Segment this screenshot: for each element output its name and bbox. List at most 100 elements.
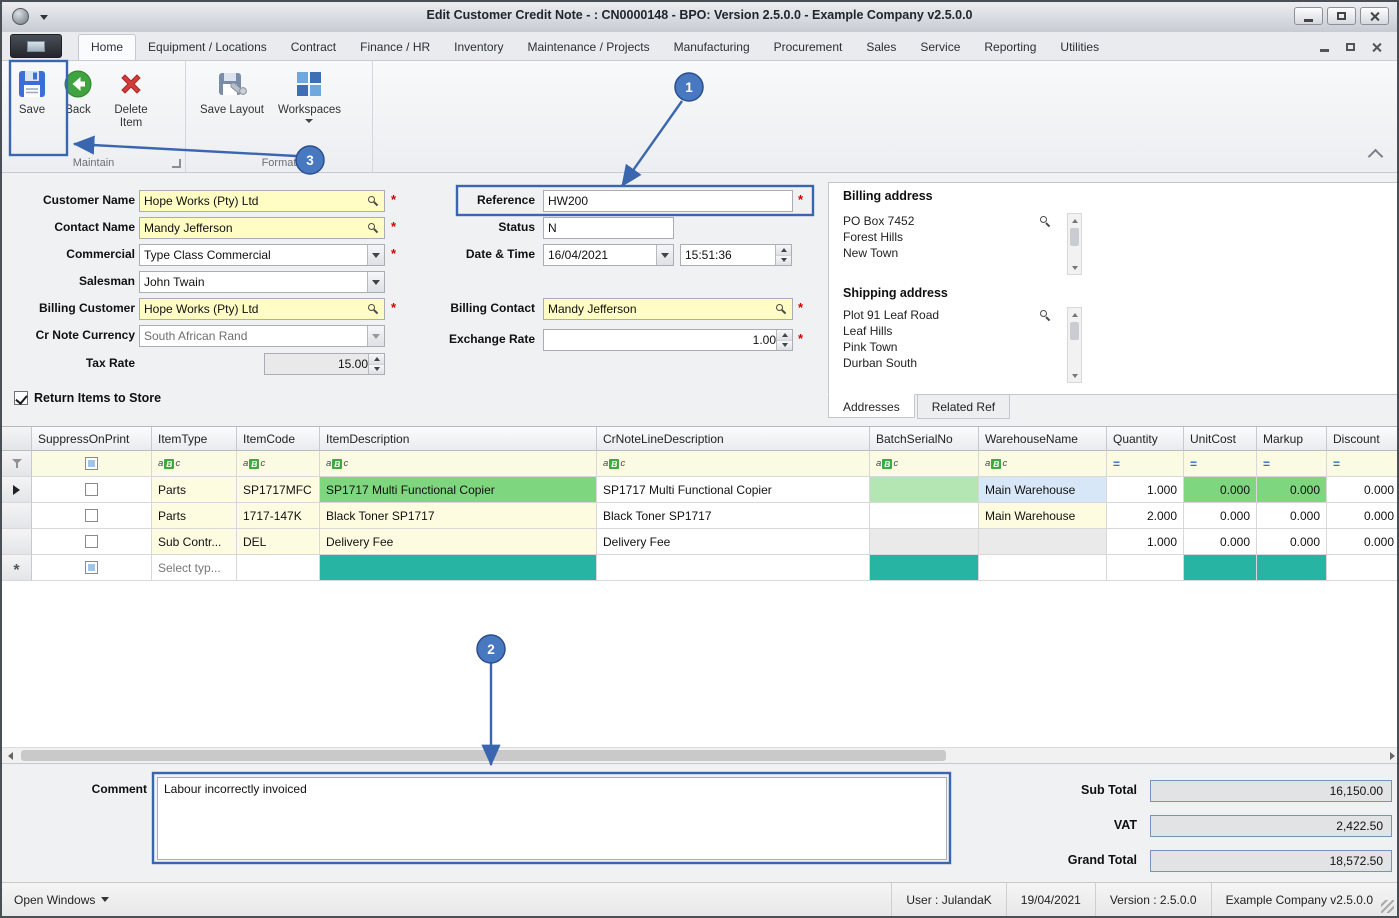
search-icon[interactable] [1039,309,1052,322]
column-header-discount[interactable]: Discount [1327,427,1397,451]
cell-quantity[interactable]: 1.000 [1107,529,1184,555]
spin-buttons[interactable] [775,245,791,265]
cell-crnotelinedescription[interactable] [597,555,870,581]
time-field[interactable]: 15:51:36 [680,244,792,266]
delete-item-button[interactable]: Delete Item [102,65,160,133]
filter-suppressonprint[interactable] [32,451,152,477]
scroll-down-icon[interactable] [1068,261,1081,274]
filter-unitcost[interactable]: = [1184,451,1257,477]
tab-inventory[interactable]: Inventory [442,35,515,60]
column-header-itemcode[interactable]: ItemCode [237,427,320,451]
cell-crnotelinedescription[interactable]: SP1717 Multi Functional Copier [597,477,870,503]
cell-discount[interactable]: 0.000 [1327,477,1397,503]
minimize-button[interactable] [1294,7,1323,25]
spin-buttons[interactable] [776,330,792,350]
checkbox-indeterminate-icon[interactable] [85,561,98,574]
cell-itemdescription[interactable] [320,555,597,581]
column-header-suppressonprint[interactable]: SuppressOnPrint [32,427,152,451]
filter-batchserialno[interactable]: aBc [870,451,979,477]
cell-itemdescription[interactable]: Black Toner SP1717 [320,503,597,529]
filter-discount[interactable]: = [1327,451,1397,477]
customer-name-field[interactable]: Hope Works (Pty) Ltd [139,190,385,212]
billing-address-text[interactable]: PO Box 7452 Forest Hills New Town [843,213,1038,275]
filter-markup[interactable]: = [1257,451,1327,477]
return-items-checkbox[interactable] [14,391,28,405]
tab-finance-hr[interactable]: Finance / HR [348,35,442,60]
cell-warehousename[interactable] [979,555,1107,581]
cell-quantity[interactable]: 2.000 [1107,503,1184,529]
cell-batchserialno[interactable] [870,555,979,581]
search-icon[interactable] [367,195,380,208]
filter-crnotelinedescription[interactable]: aBc [597,451,870,477]
cell-batchserialno[interactable] [870,477,979,503]
cell-itemcode[interactable]: SP1717MFC [237,477,320,503]
save-button[interactable]: Save [10,65,54,120]
save-layout-button[interactable]: Save Layout [194,65,270,120]
tab-equipment-locations[interactable]: Equipment / Locations [136,35,279,60]
tab-maintenance-projects[interactable]: Maintenance / Projects [516,35,662,60]
billing-customer-field[interactable]: Hope Works (Pty) Ltd [139,298,385,320]
cell-unitcost[interactable]: 0.000 [1184,477,1257,503]
filter-quantity[interactable]: = [1107,451,1184,477]
workspaces-button[interactable]: Workspaces [272,65,347,126]
shipping-address-text[interactable]: Plot 91 Leaf Road Leaf Hills Pink Town D… [843,307,1038,383]
filter-itemcode[interactable]: aBc [237,451,320,477]
search-icon[interactable] [775,303,788,316]
cell-unitcost[interactable]: 0.000 [1184,529,1257,555]
cell-markup[interactable] [1257,555,1327,581]
close-button[interactable] [1360,7,1389,25]
maximize-button[interactable] [1327,7,1356,25]
cell-itemcode[interactable]: 1717-147K [237,503,320,529]
cell-suppressonprint[interactable] [32,529,152,555]
status-field[interactable]: N [543,217,674,239]
cell-discount[interactable]: 0.000 [1327,503,1397,529]
cell-warehousename[interactable]: Main Warehouse [979,503,1107,529]
cell-markup[interactable]: 0.000 [1257,477,1327,503]
back-button[interactable]: Back [56,65,100,120]
cell-suppressonprint[interactable] [32,477,152,503]
tab-manufacturing[interactable]: Manufacturing [662,35,762,60]
cell-discount[interactable] [1327,555,1397,581]
filter-itemtype[interactable]: aBc [152,451,237,477]
dropdown-arrow-icon[interactable] [656,245,673,265]
checkbox-icon[interactable] [85,535,98,548]
exchange-rate-field[interactable]: 1.00 [543,329,793,351]
commercial-combobox[interactable]: Type Class Commercial [139,244,385,266]
billing-address-scrollbar[interactable] [1067,213,1082,275]
scroll-up-icon[interactable] [1068,308,1081,321]
column-header-quantity[interactable]: Quantity [1107,427,1184,451]
column-header-crnotelinedescription[interactable]: CrNoteLineDescription [597,427,870,451]
column-header-markup[interactable]: Markup [1257,427,1327,451]
cell-batchserialno[interactable] [870,503,979,529]
cell-crnotelinedescription[interactable]: Black Toner SP1717 [597,503,870,529]
cell-itemdescription[interactable]: SP1717 Multi Functional Copier [320,477,597,503]
horizontal-scrollbar[interactable] [2,747,1397,764]
salesman-combobox[interactable]: John Twain [139,271,385,293]
scroll-left-icon[interactable] [2,748,19,763]
dialog-launcher-icon[interactable] [172,159,181,168]
column-header-warehousename[interactable]: WarehouseName [979,427,1107,451]
scroll-down-icon[interactable] [1068,369,1081,382]
cell-itemdescription[interactable]: Delivery Fee [320,529,597,555]
search-icon[interactable] [1039,215,1052,228]
tab-reporting[interactable]: Reporting [972,35,1048,60]
cell-itemtype[interactable]: Parts [152,503,237,529]
tab-service[interactable]: Service [908,35,972,60]
search-icon[interactable] [367,222,380,235]
reference-field[interactable]: HW200 [543,190,793,212]
search-icon[interactable] [367,303,380,316]
cell-warehousename[interactable]: Main Warehouse [979,477,1107,503]
cell-markup[interactable]: 0.000 [1257,529,1327,555]
workspaces-dropdown-icon[interactable] [305,119,314,123]
cell-discount[interactable]: 0.000 [1327,529,1397,555]
column-header-unitcost[interactable]: UnitCost [1184,427,1257,451]
comment-textarea[interactable]: Labour incorrectly invoiced [157,777,947,860]
resize-grip[interactable] [1381,900,1394,913]
cell-markup[interactable]: 0.000 [1257,503,1327,529]
dropdown-arrow-icon[interactable] [367,245,384,265]
date-field[interactable]: 16/04/2021 [543,244,674,266]
scroll-right-icon[interactable] [1384,748,1397,763]
cell-unitcost[interactable]: 0.000 [1184,503,1257,529]
cell-unitcost[interactable] [1184,555,1257,581]
cell-itemtype[interactable]: Sub Contr... [152,529,237,555]
